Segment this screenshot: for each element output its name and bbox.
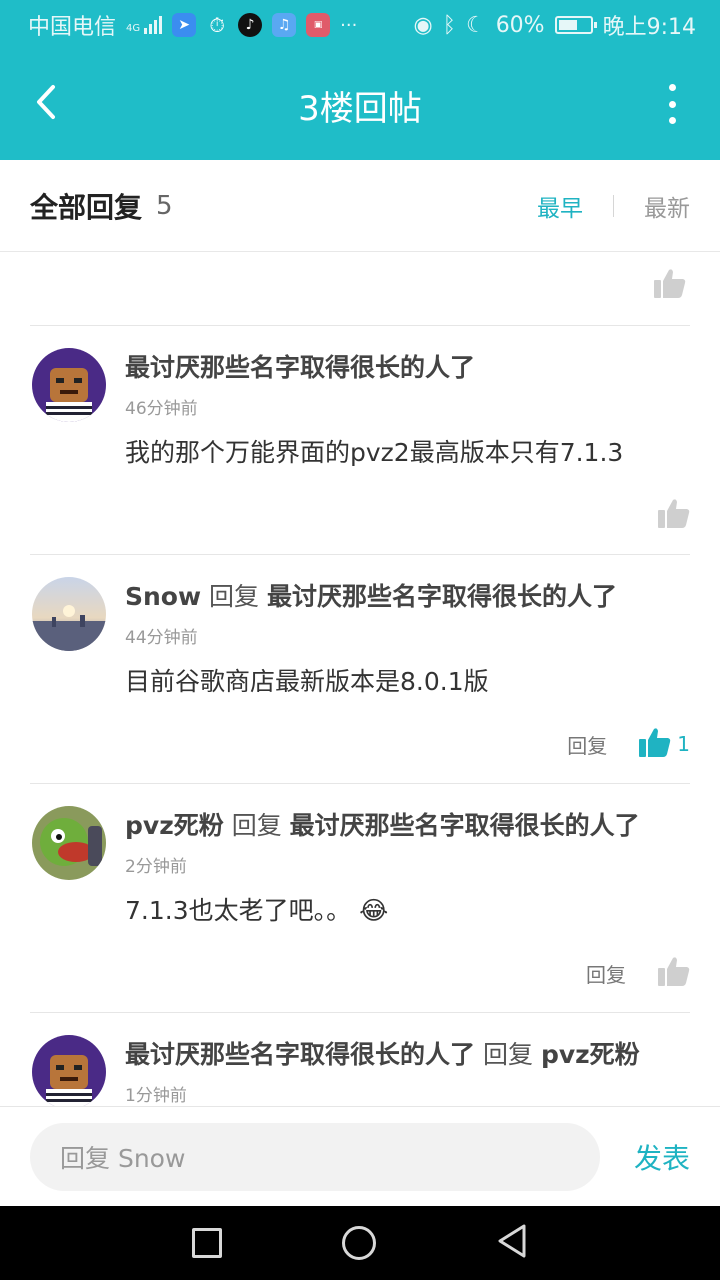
sort-earliest-tab[interactable]: 最早 bbox=[537, 189, 583, 223]
reply-word: 回复 bbox=[209, 582, 260, 611]
reply-content: 7.1.3也太老了吧。。 😂 bbox=[125, 891, 690, 927]
avatar[interactable] bbox=[32, 1035, 106, 1106]
triangle-back-icon bbox=[498, 1224, 526, 1258]
reply-actions: 回复 1 bbox=[567, 727, 690, 761]
music-icon: ♫ bbox=[272, 13, 297, 37]
reply-actions bbox=[658, 498, 690, 532]
reply-author-line: 最讨厌那些名字取得很长的人了 回复 pvz死粉 bbox=[125, 1035, 690, 1071]
reply-target-name[interactable]: 最讨厌那些名字取得很长的人了 bbox=[290, 811, 640, 840]
reply-word: 回复 bbox=[231, 811, 282, 840]
reply-author-line: 最讨厌那些名字取得很长的人了 bbox=[125, 348, 690, 384]
reply-input[interactable]: 回复 Snow bbox=[30, 1122, 600, 1191]
recents-button[interactable] bbox=[192, 1228, 222, 1258]
reply-actions: 回复 bbox=[586, 956, 690, 990]
reply-author-line: Snow 回复 最讨厌那些名字取得很长的人了 bbox=[125, 577, 690, 613]
reply-button[interactable]: 回复 bbox=[567, 730, 607, 759]
signal-icon: 4G bbox=[126, 16, 163, 34]
reply-time: 44分钟前 bbox=[125, 628, 198, 648]
battery-percent: 60% bbox=[495, 12, 545, 38]
send-button[interactable]: 发表 bbox=[634, 1137, 690, 1177]
avatar[interactable] bbox=[32, 348, 106, 422]
list-item: Snow 回复 最讨厌那些名字取得很长的人了 44分钟前 目前谷歌商店最新版本是… bbox=[30, 555, 690, 784]
system-nav-bar bbox=[0, 1206, 720, 1280]
carrier-label: 中国电信 bbox=[28, 15, 117, 40]
status-bar: 中国电信 4G ➤ ⏱ ♪ ♫ ▣ ··· ◉ ᛒ ☾ 60% 晚上9:14 bbox=[0, 0, 720, 50]
chevron-left-icon bbox=[37, 85, 55, 119]
eye-comfort-icon: ◉ bbox=[413, 12, 433, 38]
bluetooth-icon: ᛒ bbox=[442, 12, 456, 38]
battery-icon bbox=[554, 16, 597, 34]
list-item: 最讨厌那些名字取得很长的人了 46分钟前 我的那个万能界面的pvz2最高版本只有… bbox=[30, 326, 690, 555]
reply-target-name[interactable]: pvz死粉 bbox=[541, 1040, 640, 1069]
more-vertical-icon[interactable] bbox=[660, 84, 684, 124]
back-nav-button[interactable] bbox=[496, 1223, 528, 1263]
avatar[interactable] bbox=[32, 577, 106, 651]
page-title: 3楼回帖 bbox=[298, 88, 422, 129]
reply-content-text: 7.1.3也太老了吧。。 bbox=[125, 896, 352, 925]
reply-composer: 回复 Snow 发表 bbox=[0, 1106, 720, 1206]
sort-divider bbox=[613, 194, 614, 217]
timer-icon: ⏱ bbox=[209, 13, 225, 37]
laughing-emoji-icon: 😂 bbox=[359, 896, 389, 925]
thumb-up-icon[interactable] bbox=[658, 498, 690, 532]
list-item: 最讨厌那些名字取得很长的人了 回复 pvz死粉 1分钟前 bbox=[30, 1013, 690, 1106]
reply-target-name[interactable]: 最讨厌那些名字取得很长的人了 bbox=[267, 582, 617, 611]
reply-button[interactable]: 回复 bbox=[586, 959, 626, 988]
home-button[interactable] bbox=[342, 1226, 376, 1260]
author-name[interactable]: pvz死粉 bbox=[125, 811, 224, 840]
huawei-appgallery-icon: ▣ bbox=[306, 13, 331, 37]
reply-time: 46分钟前 bbox=[125, 399, 198, 419]
reply-author-line: pvz死粉 回复 最讨厌那些名字取得很长的人了 bbox=[125, 806, 690, 842]
reply-content: 目前谷歌商店最新版本是8.0.1版 bbox=[125, 667, 489, 696]
back-button[interactable] bbox=[24, 80, 68, 124]
like-count: 1 bbox=[677, 732, 690, 756]
thumb-up-icon[interactable] bbox=[654, 268, 686, 302]
author-name[interactable]: Snow bbox=[125, 582, 201, 611]
do-not-disturb-icon: ☾ bbox=[465, 12, 486, 38]
more-notifications-icon: ··· bbox=[340, 14, 358, 36]
list-item bbox=[30, 252, 690, 326]
all-replies-heading: 全部回复 bbox=[30, 190, 143, 224]
reply-count: 5 bbox=[156, 190, 173, 221]
author-name[interactable]: 最讨厌那些名字取得很长的人了 bbox=[125, 1040, 475, 1069]
list-item: pvz死粉 回复 最讨厌那些名字取得很长的人了 2分钟前 7.1.3也太老了吧。… bbox=[30, 784, 690, 1013]
thumb-up-icon[interactable] bbox=[639, 727, 671, 761]
reply-content: 我的那个万能界面的pvz2最高版本只有7.1.3 bbox=[125, 438, 624, 467]
tiktok-icon: ♪ bbox=[238, 13, 263, 37]
app-notification-icon: ➤ bbox=[172, 13, 197, 37]
app-bar: 3楼回帖 bbox=[0, 50, 720, 160]
reply-word: 回复 bbox=[482, 1040, 533, 1069]
replies-header: 全部回复 5 最早 最新 bbox=[0, 160, 720, 252]
clock: 晚上9:14 bbox=[602, 15, 696, 40]
avatar[interactable] bbox=[32, 806, 106, 880]
reply-time: 2分钟前 bbox=[125, 857, 187, 877]
reply-time: 1分钟前 bbox=[125, 1086, 187, 1106]
reply-list: 最讨厌那些名字取得很长的人了 46分钟前 我的那个万能界面的pvz2最高版本只有… bbox=[0, 252, 720, 1106]
author-name[interactable]: 最讨厌那些名字取得很长的人了 bbox=[125, 353, 475, 382]
sort-latest-tab[interactable]: 最新 bbox=[644, 189, 690, 223]
thumb-up-icon[interactable] bbox=[658, 956, 690, 990]
